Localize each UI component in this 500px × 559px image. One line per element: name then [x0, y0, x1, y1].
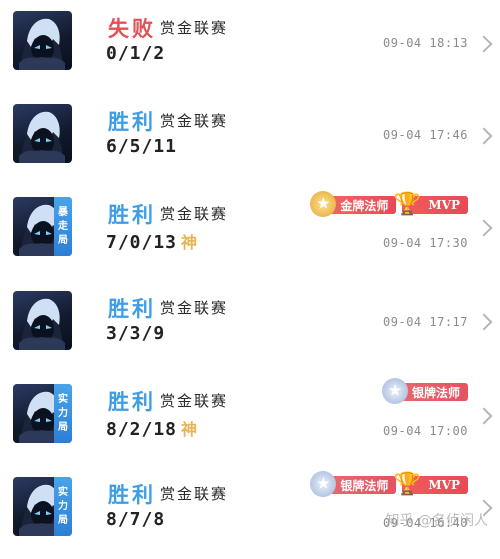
- match-result: 胜利: [108, 202, 156, 227]
- hero-avatar: 暴走局: [13, 197, 72, 256]
- hero-portrait: [19, 111, 65, 163]
- game-mode: 赏金联赛: [160, 205, 229, 223]
- chevron-right-icon[interactable]: [475, 313, 493, 331]
- badge-label: MVP: [428, 198, 460, 212]
- match-row[interactable]: 失败 赏金联赛 0/1/2 09-04 18:13: [0, 0, 500, 93]
- godlike-mark: 神: [181, 233, 199, 252]
- match-time: 09-04 17:00: [383, 424, 468, 438]
- match-tag-char: 力: [58, 407, 68, 419]
- silver-medal-badge: ★ 银牌法师: [381, 378, 468, 404]
- badge-label: 金牌法师: [340, 198, 389, 213]
- kda-text: 8/7/8: [106, 509, 166, 530]
- honor-badges: ★ 银牌法师 🏆 MVP: [310, 471, 468, 497]
- chevron-right-icon[interactable]: [475, 35, 493, 53]
- chevron-right-icon[interactable]: [475, 407, 493, 425]
- game-mode: 赏金联赛: [160, 485, 229, 503]
- match-tag-char: 力: [58, 500, 68, 512]
- match-result: 胜利: [108, 482, 156, 507]
- match-row[interactable]: 胜利 赏金联赛 6/5/11 09-04 17:46: [0, 93, 500, 186]
- match-tag-char: 局: [58, 234, 68, 246]
- kda-text: 8/2/18: [106, 419, 178, 440]
- match-result: 胜利: [108, 296, 156, 321]
- kda-text: 3/3/9: [106, 323, 166, 344]
- watermark: 知乎 @名侦闲人: [385, 513, 488, 529]
- mvp-badge: 🏆 MVP: [394, 191, 468, 217]
- match-time: 09-04 17:46: [383, 128, 468, 142]
- star-icon: ★: [310, 191, 337, 217]
- kda-score: 0/1/2: [106, 43, 165, 64]
- hero-avatar: 实力局: [13, 384, 72, 443]
- kda-text: 0/1/2: [106, 43, 166, 64]
- silver-medal-badge: ★ 银牌法师: [310, 471, 397, 497]
- match-tag-badge: 暴走局: [54, 197, 72, 256]
- hero-avatar: [13, 104, 72, 163]
- honor-badges: ★ 金牌法师 🏆 MVP: [310, 191, 468, 217]
- match-row[interactable]: 实力局 胜利 赏金联赛 8/2/18 神 ★ 银牌法师 09-04 17:00: [0, 373, 500, 466]
- game-mode: 赏金联赛: [160, 19, 229, 37]
- trophy-icon: 🏆: [393, 471, 422, 497]
- game-mode: 赏金联赛: [160, 112, 229, 130]
- match-row[interactable]: 胜利 赏金联赛 3/3/9 09-04 17:17: [0, 280, 500, 373]
- hero-avatar: [13, 291, 72, 350]
- match-tag-char: 走: [58, 220, 68, 232]
- star-icon: ★: [310, 471, 337, 497]
- match-tag-badge: 实力局: [54, 477, 72, 536]
- honor-badges: ★ 银牌法师: [381, 378, 468, 404]
- kda-text: 6/5/11: [106, 136, 178, 157]
- kda-score: 6/5/11: [106, 136, 177, 157]
- match-result: 胜利: [108, 109, 156, 134]
- hero-avatar: 实力局: [13, 477, 72, 536]
- kda-score: 8/2/18 神: [106, 416, 198, 440]
- badge-label: 银牌法师: [340, 478, 389, 493]
- gold-medal-badge: ★ 金牌法师: [310, 191, 397, 217]
- mvp-badge: 🏆 MVP: [394, 471, 468, 497]
- match-time: 09-04 17:17: [383, 315, 468, 329]
- kda-text: 7/0/13: [106, 232, 178, 253]
- match-time: 09-04 18:13: [383, 36, 468, 50]
- match-tag-char: 实: [58, 393, 68, 405]
- match-tag-badge: 实力局: [54, 384, 72, 443]
- match-tag-char: 实: [58, 486, 68, 498]
- star-icon: ★: [381, 378, 408, 404]
- match-tag-char: 局: [58, 514, 68, 526]
- chevron-right-icon[interactable]: [475, 219, 493, 237]
- hero-avatar: [13, 11, 72, 70]
- badge-label: MVP: [428, 478, 460, 492]
- match-result: 胜利: [108, 389, 156, 414]
- match-time: 09-04 17:30: [383, 236, 468, 250]
- badge-label: 银牌法师: [411, 385, 460, 400]
- kda-score: 3/3/9: [106, 323, 165, 344]
- match-result: 失败: [108, 16, 156, 41]
- kda-score: 7/0/13 神: [106, 229, 198, 253]
- hero-portrait: [19, 298, 65, 350]
- game-mode: 赏金联赛: [160, 299, 229, 317]
- kda-score: 8/7/8: [106, 509, 165, 530]
- match-tag-char: 暴: [58, 206, 68, 218]
- trophy-icon: 🏆: [393, 191, 422, 217]
- hero-portrait: [19, 18, 65, 70]
- godlike-mark: 神: [181, 420, 199, 439]
- chevron-right-icon[interactable]: [475, 127, 493, 145]
- game-mode: 赏金联赛: [160, 392, 229, 410]
- match-tag-char: 局: [58, 421, 68, 433]
- match-row[interactable]: 暴走局胜利 赏金联赛 7/0/13 神 ★ 金牌法师 🏆 MVP 09-04 17:30: [0, 186, 500, 279]
